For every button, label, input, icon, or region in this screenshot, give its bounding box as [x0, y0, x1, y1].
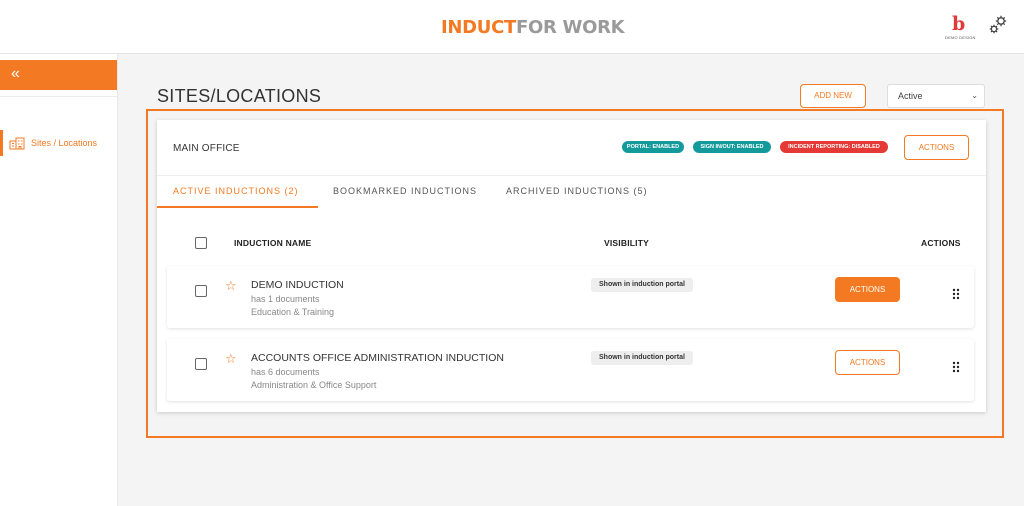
row-actions-button[interactable]: ACTIONS	[835, 277, 900, 302]
row-checkbox[interactable]	[195, 358, 207, 370]
induction-name[interactable]: DEMO INDUCTION	[251, 279, 344, 291]
brand-letter: b	[952, 13, 966, 35]
status-badge-sign-in-out: SIGN IN/OUT: ENABLED	[693, 141, 771, 153]
page-title: SITES/LOCATIONS	[157, 86, 322, 106]
status-badge-incident-reporting: INCIDENT REPORTING: DISABLED	[780, 141, 888, 153]
sidebar-item-label: Sites / Locations	[31, 138, 98, 148]
row-actions-button[interactable]: ACTIONS	[835, 350, 900, 375]
status-badge-portal: PORTAL: ENABLED	[622, 141, 684, 153]
tab-active-inductions[interactable]: ACTIVE INDUCTIONS (2)	[173, 186, 299, 196]
site-card-header: MAIN OFFICE PORTAL: ENABLED SIGN IN/OUT:…	[157, 120, 986, 176]
visibility-badge: Shown in induction portal	[591, 351, 693, 365]
visibility-badge: Shown in induction portal	[591, 278, 693, 292]
induction-document-count: has 1 documents	[251, 294, 320, 304]
site-actions-button[interactable]: ACTIONS	[904, 135, 969, 160]
active-tab-indicator	[157, 206, 318, 208]
gear-icon[interactable]	[987, 14, 1009, 36]
star-icon[interactable]: ☆	[225, 351, 237, 367]
tab-archived-inductions[interactable]: ARCHIVED INDUCTIONS (5)	[506, 186, 648, 196]
sidebar-collapse-button[interactable]: «	[0, 60, 117, 90]
company-brand-icon[interactable]: b DEMO DESIGN	[944, 13, 975, 42]
site-card: MAIN OFFICE PORTAL: ENABLED SIGN IN/OUT:…	[157, 120, 986, 412]
drag-handle-icon[interactable]	[952, 288, 960, 300]
table-row[interactable]: ☆ ACCOUNTS OFFICE ADMINISTRATION INDUCTI…	[167, 339, 974, 401]
buildings-icon	[9, 137, 25, 150]
sidebar-divider	[0, 96, 117, 97]
induction-category: Administration & Office Support	[251, 380, 377, 390]
logo-part-induct: INDUCT	[441, 17, 517, 38]
brand-caption: DEMO DESIGN	[945, 35, 976, 40]
app-logo[interactable]: INDUCTFOR WORK	[441, 17, 625, 38]
column-header-visibility: VISIBILITY	[604, 238, 649, 248]
select-all-checkbox[interactable]	[195, 237, 207, 249]
induction-document-count: has 6 documents	[251, 367, 320, 377]
double-chevron-left-icon: «	[11, 65, 20, 82]
top-bar: INDUCTFOR WORK b DEMO DESIGN	[0, 0, 1024, 54]
sidebar-item-sites-locations[interactable]: Sites / Locations	[0, 130, 117, 156]
induction-category: Education & Training	[251, 307, 335, 317]
tab-bookmarked-inductions[interactable]: BOOKMARKED INDUCTIONS	[333, 186, 477, 196]
status-filter-value: Active	[898, 91, 923, 101]
row-checkbox[interactable]	[195, 285, 207, 297]
column-header-actions: ACTIONS	[921, 238, 961, 248]
logo-part-for-work: FOR WORK	[516, 17, 625, 38]
drag-handle-icon[interactable]	[952, 361, 960, 373]
sidebar: « Sites / Locations	[0, 54, 118, 506]
chevron-down-icon: ⌄	[971, 91, 978, 100]
column-header-induction-name: INDUCTION NAME	[234, 238, 312, 248]
site-name: MAIN OFFICE	[173, 143, 240, 154]
induction-name[interactable]: ACCOUNTS OFFICE ADMINISTRATION INDUCTION	[251, 352, 504, 364]
add-new-button[interactable]: ADD NEW	[800, 84, 866, 108]
table-row[interactable]: ☆ DEMO INDUCTION has 1 documents Educati…	[167, 266, 974, 328]
status-filter-select[interactable]: Active ⌄	[887, 84, 985, 108]
star-icon[interactable]: ☆	[225, 278, 237, 294]
